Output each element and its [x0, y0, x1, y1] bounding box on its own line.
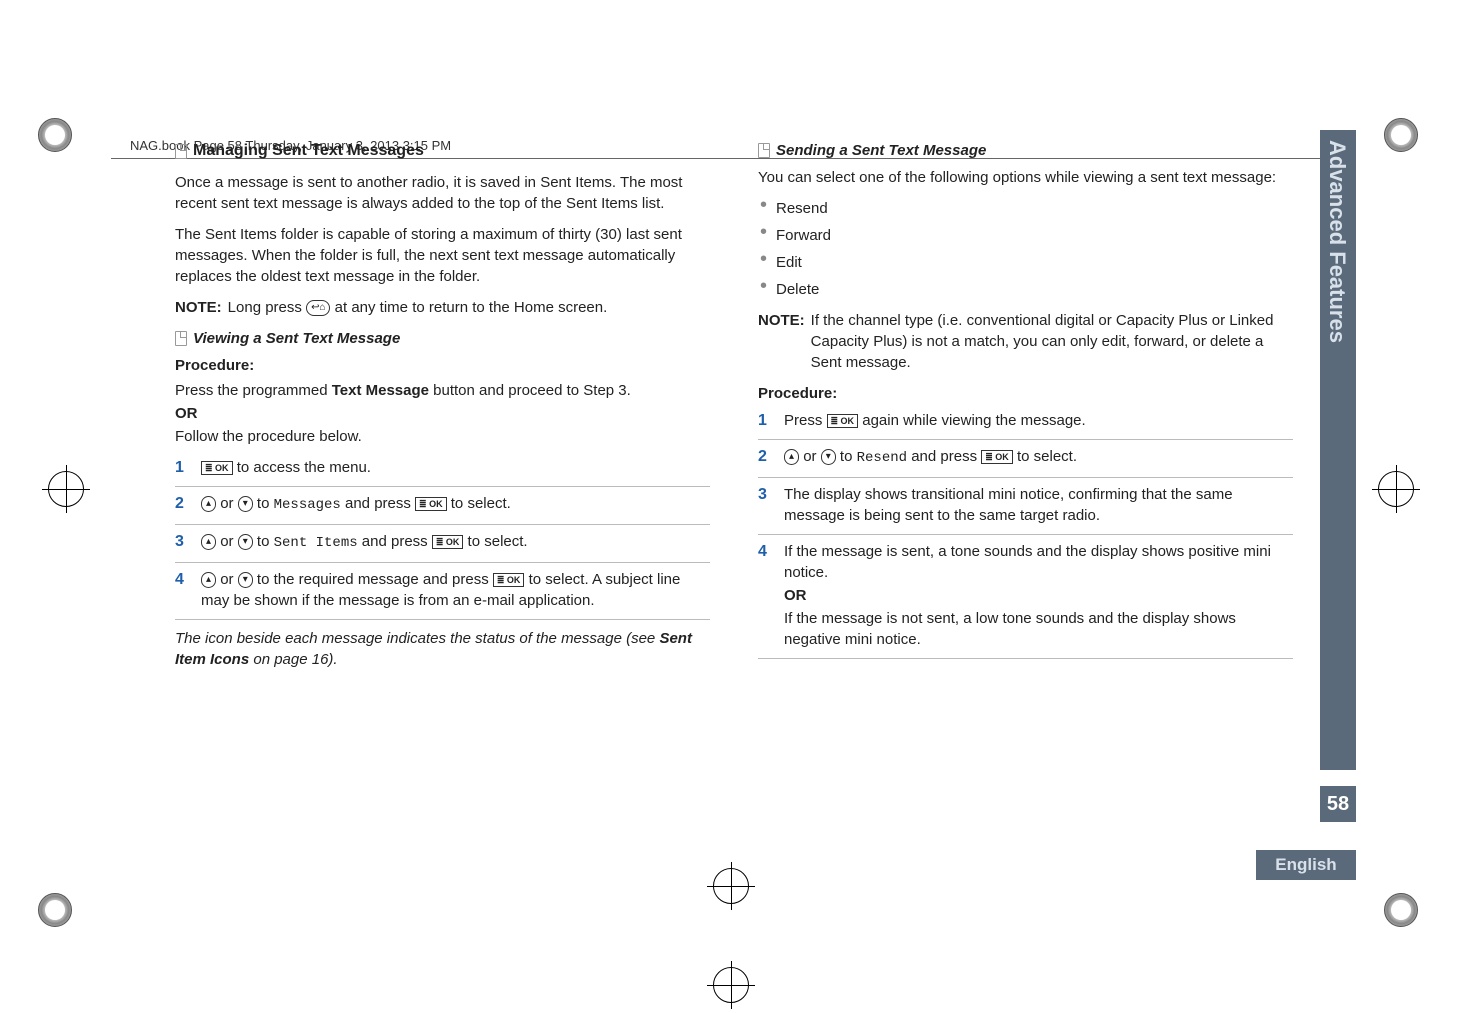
- note-body: Long press ↩⌂ at any time to return to t…: [228, 297, 710, 318]
- step-4: If the message is sent, a tone sounds an…: [758, 541, 1293, 659]
- para-options: You can select one of the following opti…: [758, 167, 1293, 188]
- page-number: 58: [1320, 786, 1356, 822]
- step-2-or: or: [799, 448, 821, 465]
- steps-sending: Press ≣ OK again while viewing the messa…: [758, 410, 1293, 659]
- step-2: ▴ or ▾ to Resend and press ≣ OK to selec…: [758, 446, 1293, 478]
- up-icon: ▴: [201, 534, 216, 550]
- step-4-mid: to the required message and press: [253, 571, 493, 588]
- ok-icon: ≣ OK: [415, 497, 447, 511]
- options-list: Resend Forward Edit Delete: [758, 198, 1293, 300]
- ok-icon: ≣ OK: [827, 414, 859, 428]
- up-icon: ▴: [201, 496, 216, 512]
- procedure-label: Procedure:: [175, 355, 710, 376]
- note-text-b: at any time to return to the Home screen…: [335, 299, 608, 316]
- page-content: Managing Sent Text Messages Once a messa…: [155, 130, 1313, 890]
- registration-target-left: [48, 471, 84, 507]
- down-icon: ▾: [238, 496, 253, 512]
- up-icon: ▴: [784, 449, 799, 465]
- step-2-code: Resend: [857, 450, 907, 466]
- registration-target-bottom: [713, 967, 749, 1003]
- bullet-delete: Delete: [758, 279, 1293, 300]
- side-tab-label: Advanced Features: [1324, 140, 1350, 343]
- step-4-or: or: [216, 571, 238, 588]
- step-1: ≣ OK to access the menu.: [175, 457, 710, 487]
- note-body: If the channel type (i.e. conventional d…: [811, 310, 1293, 373]
- heading-sending: Sending a Sent Text Message: [758, 140, 1293, 161]
- crop-mark-tr: [1384, 118, 1424, 158]
- step-3-or: or: [216, 533, 238, 550]
- page-icon: [758, 143, 770, 158]
- step-2-end: to select.: [1013, 448, 1077, 465]
- step-3-end: to select.: [463, 533, 527, 550]
- steps-viewing: ≣ OK to access the menu. ▴ or ▾ to Messa…: [175, 457, 710, 619]
- right-column: Sending a Sent Text Message You can sele…: [758, 140, 1293, 680]
- footnote-b: on page 16).: [249, 651, 337, 668]
- proc-follow: Follow the procedure below.: [175, 426, 710, 447]
- up-icon: ▴: [201, 572, 216, 588]
- crop-mark-tl: [38, 118, 78, 158]
- note-text-a: Long press: [228, 299, 306, 316]
- page-icon: [175, 144, 187, 159]
- ok-icon: ≣ OK: [432, 535, 464, 549]
- step-1-text: to access the menu.: [233, 459, 371, 476]
- down-icon: ▾: [821, 449, 836, 465]
- step-2-or: or: [216, 495, 238, 512]
- ok-icon: ≣ OK: [201, 461, 233, 475]
- step-1: Press ≣ OK again while viewing the messa…: [758, 410, 1293, 440]
- para-sent-items: Once a message is sent to another radio,…: [175, 172, 710, 214]
- left-column: Managing Sent Text Messages Once a messa…: [175, 140, 710, 680]
- or-label: OR: [784, 585, 1293, 606]
- proc-intro-bold: Text Message: [332, 382, 429, 399]
- down-icon: ▾: [238, 572, 253, 588]
- para-capacity: The Sent Items folder is capable of stor…: [175, 224, 710, 287]
- bullet-edit: Edit: [758, 252, 1293, 273]
- step-2-press: and press: [341, 495, 415, 512]
- step-2-press: and press: [907, 448, 981, 465]
- bullet-forward: Forward: [758, 225, 1293, 246]
- heading-managing-text: Managing Sent Text Messages: [193, 140, 424, 162]
- procedure-label: Procedure:: [758, 383, 1293, 404]
- heading-viewing-text: Viewing a Sent Text Message: [193, 328, 400, 349]
- bullet-resend: Resend: [758, 198, 1293, 219]
- note-label: NOTE:: [758, 310, 805, 373]
- step-2-end: to select.: [447, 495, 511, 512]
- footnote: The icon beside each message indicates t…: [175, 628, 710, 670]
- ok-icon: ≣ OK: [493, 573, 525, 587]
- heading-sending-text: Sending a Sent Text Message: [776, 140, 986, 161]
- step-2-to: to: [836, 448, 857, 465]
- crop-mark-bl: [38, 893, 78, 933]
- step-3: ▴ or ▾ to Sent Items and press ≣ OK to s…: [175, 531, 710, 563]
- footnote-a: The icon beside each message indicates t…: [175, 630, 659, 647]
- registration-target-right: [1378, 471, 1414, 507]
- step-1-a: Press: [784, 412, 827, 429]
- note-channel-type: NOTE: If the channel type (i.e. conventi…: [758, 310, 1293, 373]
- note-home: NOTE: Long press ↩⌂ at any time to retur…: [175, 297, 710, 318]
- home-icon: ↩⌂: [306, 300, 330, 316]
- proc-intro: Press the programmed Text Message button…: [175, 380, 710, 401]
- step-2: ▴ or ▾ to Messages and press ≣ OK to sel…: [175, 493, 710, 525]
- proc-intro-a: Press the programmed: [175, 382, 332, 399]
- side-tab: Advanced Features: [1320, 130, 1356, 770]
- step-1-b: again while viewing the message.: [858, 412, 1086, 429]
- heading-viewing: Viewing a Sent Text Message: [175, 328, 710, 349]
- or-label: OR: [175, 403, 710, 424]
- step-3-press: and press: [358, 533, 432, 550]
- note-label: NOTE:: [175, 297, 222, 318]
- crop-mark-br: [1384, 893, 1424, 933]
- down-icon: ▾: [238, 534, 253, 550]
- step-3-code: Sent Items: [274, 535, 358, 551]
- step-4-a: If the message is sent, a tone sounds an…: [784, 543, 1271, 581]
- step-3: The display shows transitional mini noti…: [758, 484, 1293, 535]
- proc-intro-b: button and proceed to Step 3.: [429, 382, 631, 399]
- step-4: ▴ or ▾ to the required message and press…: [175, 569, 710, 620]
- step-2-code: Messages: [274, 497, 341, 513]
- heading-managing: Managing Sent Text Messages: [175, 140, 710, 162]
- page-icon: [175, 331, 187, 346]
- step-2-to: to: [253, 495, 274, 512]
- step-4-b: If the message is not sent, a low tone s…: [784, 610, 1236, 648]
- ok-icon: ≣ OK: [981, 450, 1013, 464]
- step-3-to: to: [253, 533, 274, 550]
